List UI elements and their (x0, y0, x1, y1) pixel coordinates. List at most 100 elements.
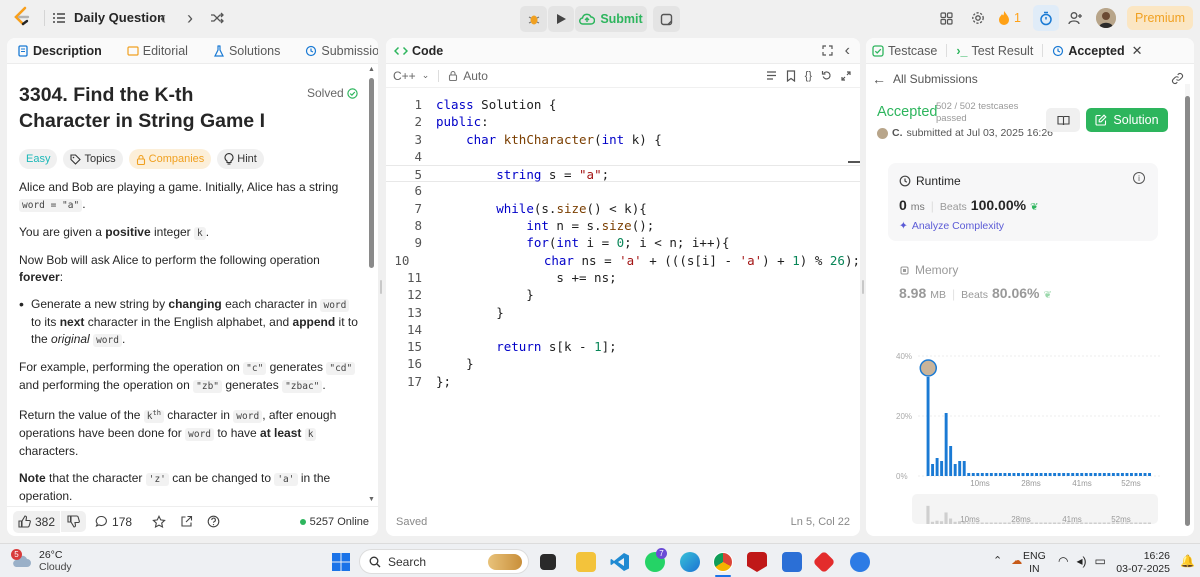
next-problem-button[interactable]: › (177, 5, 203, 31)
app-icon[interactable] (812, 550, 836, 574)
chart-bar[interactable] (1134, 473, 1138, 476)
chart-bar[interactable] (1130, 473, 1133, 476)
editor-scrollbar[interactable] (848, 161, 860, 163)
code-line[interactable]: 9 for(int i = 0; i < n; i++){ (386, 234, 860, 251)
like-button[interactable]: 382 (13, 510, 61, 533)
chart-bar[interactable] (1125, 473, 1129, 476)
code-line[interactable]: 16 } (386, 355, 860, 372)
mcafee-icon[interactable] (747, 552, 767, 572)
weather-widget[interactable]: 5 26°C Cloudy (11, 549, 72, 573)
tab-submissions[interactable]: Submissions (305, 44, 378, 58)
code-line[interactable]: 13 } (386, 304, 860, 321)
tab-test-result[interactable]: ›_ Test Result (956, 44, 1033, 58)
chart-bar[interactable] (1026, 473, 1029, 476)
result-scrollbar-thumb[interactable] (1185, 96, 1190, 526)
tab-code[interactable]: Code (394, 44, 443, 58)
help-app-icon[interactable] (850, 552, 870, 572)
editorial-button[interactable] (1046, 108, 1080, 132)
share-button[interactable] (180, 515, 193, 528)
notes-button[interactable] (653, 6, 680, 32)
fullscreen-icon[interactable] (841, 70, 851, 81)
chart-bar[interactable] (931, 464, 935, 476)
chart-bar[interactable] (1044, 473, 1048, 476)
chart-bar[interactable] (976, 473, 980, 476)
runtime-card[interactable]: Runtime i 0 ms | Beats 100.00% ❦ ✦ Analy… (888, 163, 1158, 241)
random-problem-button[interactable] (204, 5, 230, 31)
chart-bar[interactable] (935, 458, 939, 476)
code-line[interactable]: 1 class Solution { (386, 96, 860, 113)
chart-bar[interactable] (1017, 473, 1020, 476)
memory-card[interactable]: Memory 8.98 MB | Beats 80.06% ❦ (888, 253, 1158, 308)
language-select[interactable]: C++ ⌄ (393, 69, 429, 83)
chart-bar[interactable] (1003, 473, 1007, 476)
chart-bar[interactable] (994, 473, 998, 476)
chart-bar[interactable] (1093, 473, 1097, 476)
maximize-button[interactable] (822, 45, 833, 56)
leetcode-logo[interactable] (12, 6, 32, 28)
chrome-icon[interactable] (713, 552, 733, 572)
layout-button[interactable] (933, 5, 959, 31)
analyze-complexity-button[interactable]: ✦ Analyze Complexity (899, 220, 1004, 232)
chart-bar[interactable] (1021, 473, 1025, 476)
collapse-button[interactable]: ‹ (845, 42, 850, 60)
code-line[interactable]: 15 return s[k - 1]; (386, 338, 860, 355)
code-line[interactable]: 7 while(s.size() < k){ (386, 200, 860, 217)
chart-bar[interactable] (1139, 473, 1142, 476)
auto-mode-toggle[interactable]: Auto (448, 69, 488, 83)
problem-list-button[interactable]: Daily Question (52, 10, 165, 25)
vscode-icon[interactable] (610, 552, 630, 572)
code-editor[interactable]: 1 class Solution {2 public: 3 char kthChara… (386, 96, 860, 390)
language-indicator[interactable]: ENG IN (1023, 550, 1046, 576)
scroll-down-arrow[interactable]: ▼ (368, 496, 375, 503)
chart-bar[interactable] (1116, 473, 1120, 476)
chart-bar[interactable] (1107, 473, 1111, 476)
chart-bar[interactable] (1080, 473, 1084, 476)
companies-tag[interactable]: Companies (128, 149, 212, 169)
taskbar-search[interactable]: Search (359, 549, 529, 574)
chart-bar[interactable] (1066, 473, 1070, 476)
chart-bar[interactable] (1143, 473, 1147, 476)
tab-description[interactable]: Description (17, 44, 102, 58)
code-line[interactable]: 5 string s = "a"; (386, 165, 860, 183)
tab-testcase[interactable]: Testcase (872, 44, 937, 58)
runtime-distribution-chart[interactable]: 40% 20% 0% 10ms 28ms 41ms 52ms (876, 328, 1176, 486)
windows-start-icon[interactable] (332, 553, 350, 571)
chart-bar[interactable] (1012, 473, 1016, 476)
settings-button[interactable] (965, 5, 991, 31)
code-line[interactable]: 3 char kthCharacter(int k) { (386, 131, 860, 148)
submit-button[interactable]: Submit (575, 6, 647, 32)
debug-button[interactable] (520, 6, 547, 32)
chart-bar[interactable] (1148, 473, 1151, 476)
link-icon[interactable] (1171, 72, 1184, 85)
topics-tag[interactable]: Topics (63, 149, 123, 169)
code-line[interactable]: 8 int n = s.size(); (386, 217, 860, 234)
chart-bar[interactable] (971, 473, 975, 476)
quick-settings[interactable]: ◠ ◂) ▭ (1058, 554, 1106, 568)
hint-tag[interactable]: Hint (217, 149, 264, 169)
dislike-button[interactable] (61, 511, 87, 532)
notification-bell-icon[interactable]: 🔔 (1180, 554, 1195, 568)
timer-button[interactable] (1033, 5, 1059, 31)
store-icon[interactable] (782, 552, 802, 572)
chart-bar[interactable] (958, 461, 962, 476)
comments-button[interactable]: 178 (95, 515, 132, 529)
chart-bar[interactable] (1071, 473, 1075, 476)
chart-bar[interactable] (1098, 473, 1102, 476)
chart-bar[interactable] (1075, 473, 1079, 476)
task-view-icon[interactable] (540, 554, 556, 570)
description-scrollbar[interactable] (369, 78, 374, 268)
chart-bar[interactable] (949, 446, 953, 476)
chart-bar[interactable] (1048, 473, 1052, 476)
edge-icon[interactable] (680, 552, 700, 572)
code-line[interactable]: 4 (386, 148, 860, 165)
close-icon[interactable]: ✕ (1132, 43, 1143, 59)
streak-counter[interactable]: 1 (998, 10, 1021, 25)
chart-bar[interactable] (967, 473, 971, 476)
chart-bar[interactable] (1053, 473, 1057, 476)
reset-icon[interactable] (821, 70, 832, 81)
braces-icon[interactable]: {} (805, 70, 812, 82)
panel-resize-handle[interactable] (380, 280, 382, 294)
chart-bar[interactable] (1120, 473, 1124, 476)
problem-title[interactable]: 3304. Find the K-th Character in String … (19, 82, 289, 134)
panel-resize-handle[interactable] (862, 280, 864, 294)
